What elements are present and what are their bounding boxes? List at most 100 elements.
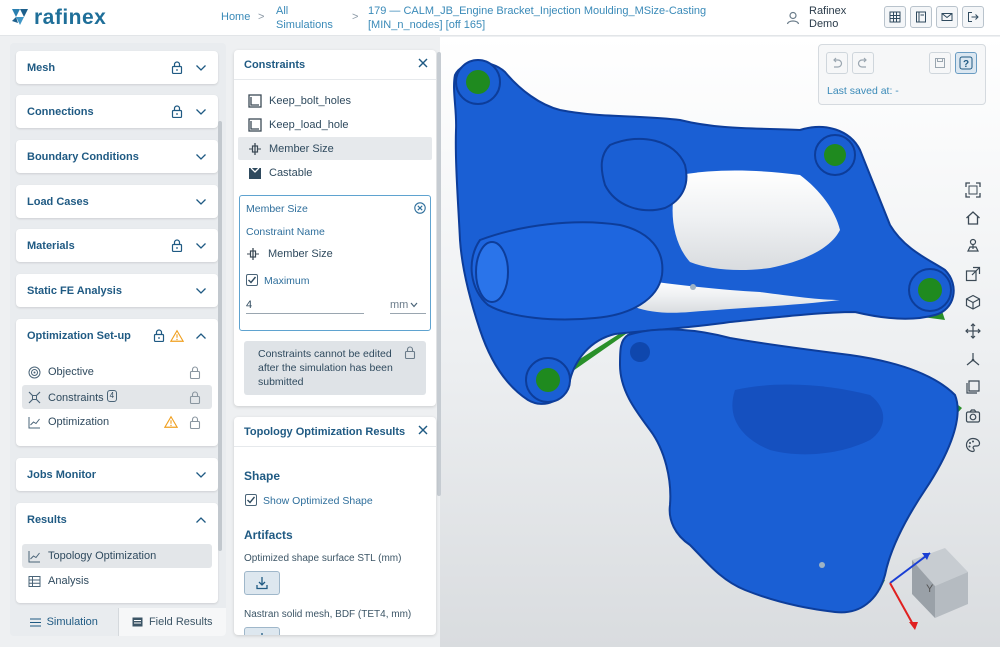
accordion-mesh[interactable]: Mesh [16,51,218,84]
constraint-label: Keep_bolt_holes [269,94,351,107]
sidebar-tabs: Simulation Field Results [10,608,226,636]
axes-button[interactable] [962,348,984,370]
accordion-load-cases[interactable]: Load Cases [16,185,218,218]
close-circle-icon[interactable] [414,202,426,217]
menu-icon [29,618,41,626]
chevron-down-icon[interactable] [194,61,208,75]
unit-value: mm [390,298,409,311]
sidebar-item-label: Objective [48,366,94,378]
axes-icon [966,353,980,366]
export-view-button[interactable] [962,263,984,285]
constraints-panel: Constraints Keep_bolt_holes Keep_load_ho… [234,50,436,406]
rafinex-logo-mark-icon [12,9,28,25]
chevron-down-icon[interactable] [194,195,208,209]
rafinex-logo[interactable]: rafinex [10,5,106,31]
keep-icon [248,117,262,132]
3d-viewer-canvas[interactable]: Y [440,37,1000,647]
mail-button[interactable] [936,6,958,28]
accordion-title: Static FE Analysis [27,284,122,297]
logout-button[interactable] [962,6,984,28]
home-view-button[interactable] [962,207,984,229]
accordion-static-fe-analysis[interactable]: Static FE Analysis [16,274,218,307]
notebook-button[interactable] [910,6,932,28]
user-menu[interactable]: Rafinex Demo [786,5,846,31]
save-icon [935,58,945,68]
chevron-up-icon[interactable] [194,513,208,527]
accordion-title: Mesh [27,61,56,74]
tab-simulation[interactable]: Simulation [10,608,118,636]
save-button[interactable] [929,52,951,74]
field-results-icon [132,617,143,627]
accordion-results[interactable]: Results Topology Optimization Analysis [16,503,218,603]
chevron-down-icon[interactable] [194,239,208,253]
chevron-down-icon[interactable] [194,150,208,164]
undo-button[interactable] [826,52,848,74]
accordion-materials[interactable]: Materials [16,229,218,262]
section-heading-artifacts: Artifacts [244,528,293,542]
chevron-down-icon [410,302,418,307]
lock-icon [170,61,184,75]
show-optimized-shape-checkbox[interactable] [245,494,257,506]
table-button[interactable] [884,6,906,28]
download-stl-button[interactable] [244,571,280,595]
panel-scrollbar[interactable] [437,52,441,496]
layers-button[interactable] [962,376,984,398]
target-icon [28,366,41,378]
maximum-value: 4 [246,299,253,311]
sidebar-item-analysis[interactable]: Analysis [22,569,212,593]
chevron-down-icon[interactable] [194,105,208,119]
close-icon[interactable] [418,425,428,438]
help-button[interactable]: ? [955,52,977,74]
topology-results-panel: Topology Optimization Results Shape Show… [234,417,436,635]
maximum-value-input[interactable]: 4 [246,296,364,314]
constraint-item-castable[interactable]: Castable [238,161,432,184]
constraint-name-value: Member Size [268,248,333,260]
fit-view-icon [965,182,981,198]
accordion-title: Optimization Set-up [27,329,131,342]
lock-icon [152,329,166,343]
constraint-item-member-size[interactable]: Member Size [238,137,432,160]
anchor-icon [967,238,979,252]
anchor-button[interactable] [962,235,984,257]
sidebar-item-optimization[interactable]: Optimization [22,410,212,434]
accordion-jobs-monitor[interactable]: Jobs Monitor [16,458,218,491]
sidebar-item-objective[interactable]: Objective [22,360,212,384]
accordion-optimization-setup[interactable]: Optimization Set-up Objective Constraint… [16,319,218,446]
breadcrumb-all-simulations[interactable]: All Simulations [276,4,336,32]
lock-icon [188,415,202,429]
redo-button[interactable] [852,52,874,74]
constraint-item-keep-load-hole[interactable]: Keep_load_hole [238,113,432,136]
layers-icon [966,380,980,394]
constraint-label: Member Size [269,142,334,155]
tab-field-results[interactable]: Field Results [117,608,226,636]
sidebar-scrollbar[interactable] [218,121,222,551]
user-icon [786,11,800,25]
home-view-icon [966,211,980,225]
lock-icon [188,390,202,404]
cube-view-button[interactable] [962,291,984,313]
palette-button[interactable] [962,434,984,456]
help-icon: ? [959,56,973,70]
accordion-connections[interactable]: Connections [16,95,218,128]
sidebar-item-topology-optimization[interactable]: Topology Optimization [22,544,212,568]
move-button[interactable] [962,320,984,342]
lock-icon [170,239,184,253]
camera-button[interactable] [962,405,984,427]
optimized-part-render: Y [440,37,1000,647]
gizmo-axis-label: Y [926,583,934,595]
chevron-down-icon[interactable] [194,468,208,482]
constraint-item-keep-bolt-holes[interactable]: Keep_bolt_holes [238,89,432,112]
chevron-down-icon[interactable] [194,284,208,298]
sidebar-item-constraints[interactable]: Constraints 4 [22,385,212,409]
download-bdf-button[interactable] [244,627,280,635]
chevron-up-icon[interactable] [194,329,208,343]
close-icon[interactable] [418,58,428,71]
fit-view-button[interactable] [962,179,984,201]
accordion-title: Load Cases [27,195,89,208]
section-heading-shape: Shape [244,469,281,483]
lock-icon [404,346,416,363]
unit-select[interactable]: mm [390,296,426,314]
accordion-boundary-conditions[interactable]: Boundary Conditions [16,140,218,173]
maximum-checkbox[interactable] [246,274,258,286]
breadcrumb-home[interactable]: Home [221,11,250,23]
